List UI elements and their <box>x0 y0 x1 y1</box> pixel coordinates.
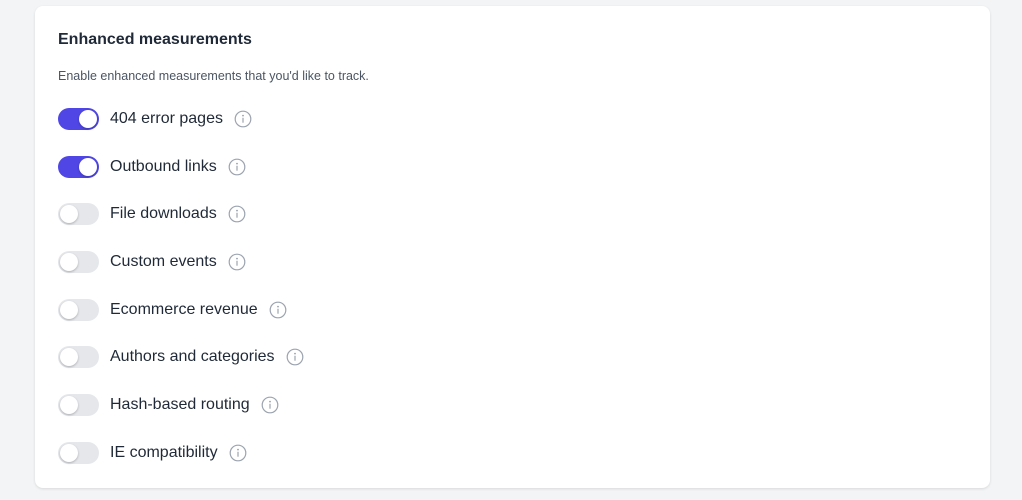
section-title: Enhanced measurements <box>58 31 252 48</box>
info-icon[interactable] <box>228 253 246 271</box>
option-label: Outbound links <box>110 157 217 175</box>
toggle-knob <box>79 157 97 176</box>
toggle-authors-and-categories[interactable] <box>58 346 99 369</box>
toggle-knob <box>60 348 78 367</box>
info-icon[interactable] <box>228 205 246 223</box>
option-authors-and-categories: Authors and categories <box>58 345 304 369</box>
info-icon[interactable] <box>228 158 246 176</box>
option-label: Authors and categories <box>110 348 275 366</box>
toggle-outbound-links[interactable] <box>58 155 99 178</box>
info-icon[interactable] <box>269 301 287 319</box>
option-label: 404 error pages <box>110 110 223 127</box>
info-icon[interactable] <box>229 444 247 462</box>
option-label: Custom events <box>110 253 217 271</box>
option-label: Ecommerce revenue <box>110 300 258 318</box>
toggle-knob <box>60 253 78 272</box>
toggle-custom-events[interactable] <box>58 251 99 274</box>
info-icon[interactable] <box>234 110 252 128</box>
section-description: Enable enhanced measurements that you'd … <box>58 69 369 83</box>
info-icon[interactable] <box>261 396 279 414</box>
option-ecommerce-revenue: Ecommerce revenue <box>58 298 304 322</box>
toggle-knob <box>60 443 78 462</box>
option-label: IE compatibility <box>110 443 218 461</box>
toggle-404-error-pages[interactable] <box>58 108 99 130</box>
enhanced-measurements-card: Enhanced measurements Enable enhanced me… <box>35 6 990 488</box>
option-label: Hash-based routing <box>110 396 250 414</box>
toggle-knob <box>60 300 78 319</box>
toggle-ecommerce-revenue[interactable] <box>58 298 99 321</box>
toggle-ie-compatibility[interactable] <box>58 441 99 464</box>
option-outbound-links: Outbound links <box>58 155 304 179</box>
option-label: File downloads <box>110 205 217 223</box>
measurement-options-list: 404 error pages Outbound links File down… <box>58 107 304 489</box>
toggle-file-downloads[interactable] <box>58 203 99 226</box>
toggle-knob <box>60 396 78 415</box>
toggle-knob <box>60 205 78 224</box>
option-404-error-pages: 404 error pages <box>58 107 304 131</box>
toggle-knob <box>79 110 97 128</box>
toggle-hash-based-routing[interactable] <box>58 394 99 417</box>
option-ie-compatibility: IE compatibility <box>58 441 304 465</box>
option-hash-based-routing: Hash-based routing <box>58 393 304 417</box>
option-custom-events: Custom events <box>58 250 304 274</box>
info-icon[interactable] <box>286 348 304 366</box>
option-file-downloads: File downloads <box>58 202 304 226</box>
